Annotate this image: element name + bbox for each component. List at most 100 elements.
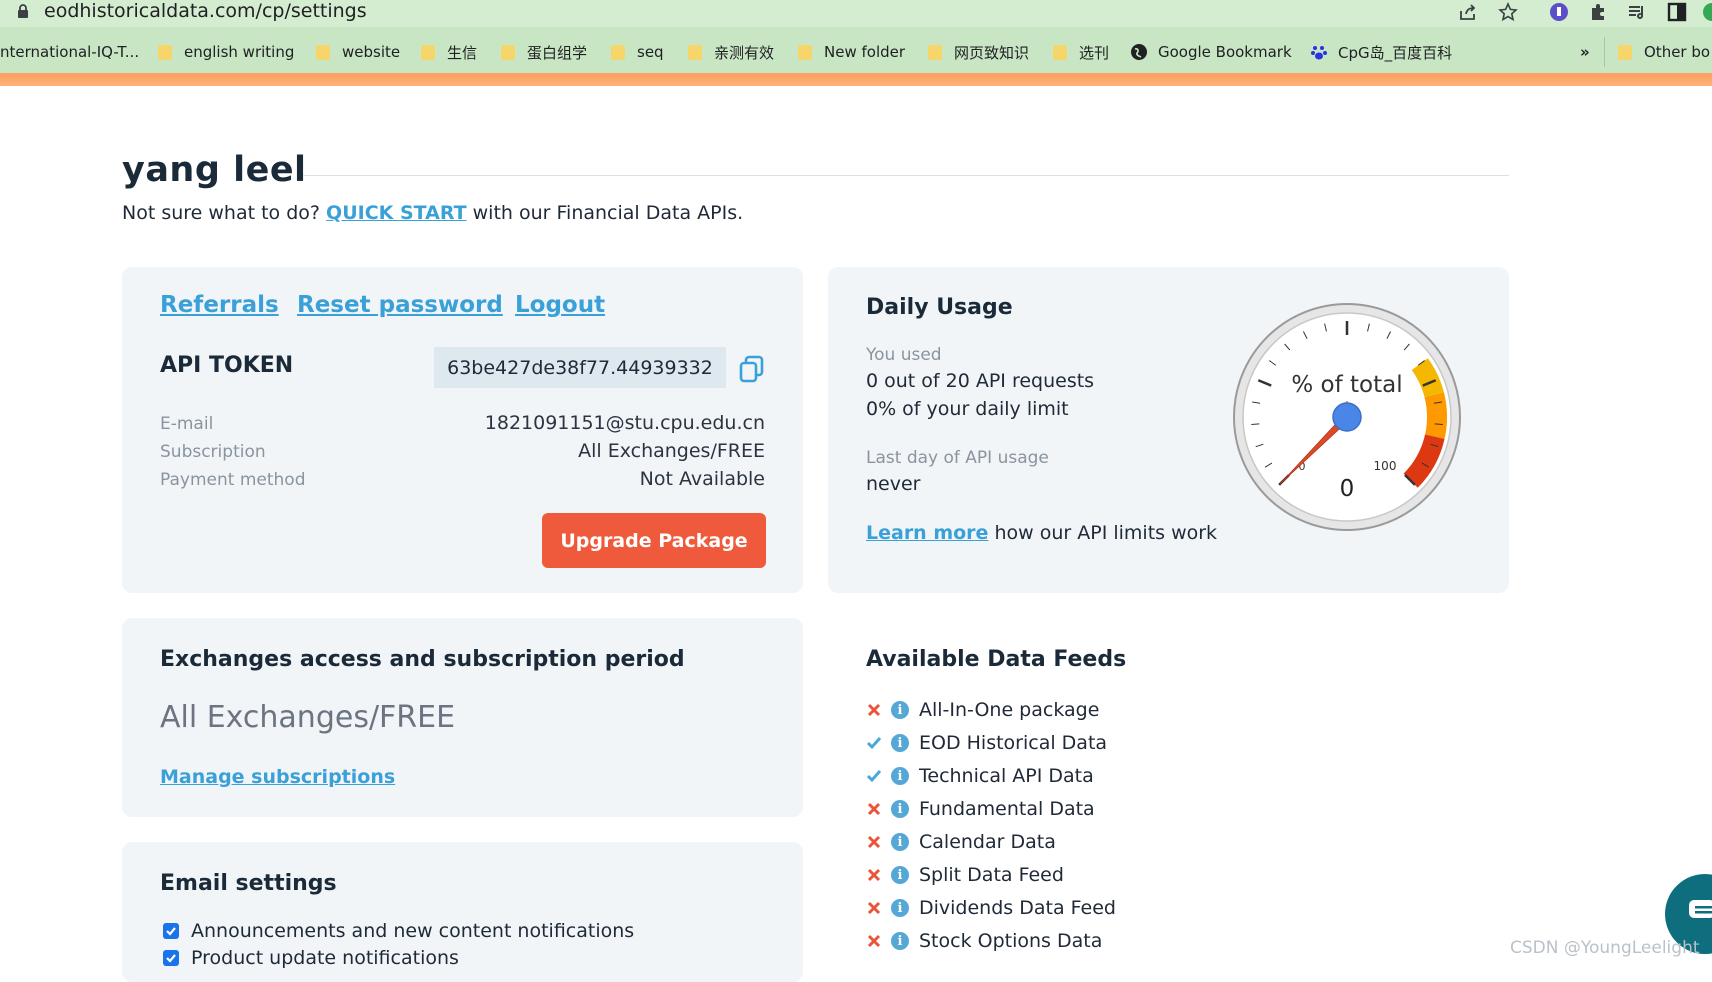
- email-value: 1821091151@stu.cpu.edu.cn: [484, 412, 765, 434]
- quick-start-suffix: with our Financial Data APIs.: [472, 202, 744, 224]
- last-usage-value: never: [866, 473, 921, 495]
- data-feed-item: i All-In-One package: [865, 697, 1099, 723]
- cross-icon: [867, 901, 881, 915]
- gauge-max-label: 100: [1374, 459, 1397, 473]
- exchanges-title: Exchanges access and subscription period: [160, 647, 685, 672]
- api-token-field[interactable]: 63be427de38f77.44939332: [434, 347, 726, 388]
- info-icon[interactable]: i: [891, 833, 909, 851]
- data-feed-label: Split Data Feed: [919, 864, 1064, 886]
- bookmark-item[interactable]: 蛋白组学: [501, 41, 587, 63]
- data-feed-label: Calendar Data: [919, 831, 1056, 853]
- bookmark-label: New folder: [824, 43, 906, 61]
- reading-list-icon[interactable]: [1627, 2, 1647, 22]
- subscription-value: All Exchanges/FREE: [578, 440, 765, 462]
- baidu-paw-icon: [1311, 46, 1327, 60]
- site-header-strip: [0, 73, 1712, 86]
- bookmark-item[interactable]: seq: [611, 41, 664, 63]
- product-updates-option[interactable]: Product update notifications: [163, 947, 459, 969]
- subscription-label: Subscription: [160, 442, 266, 462]
- bookmark-item[interactable]: english writing: [158, 41, 294, 63]
- folder-icon: [798, 44, 812, 60]
- gauge-needle-hub: [1332, 402, 1362, 432]
- upgrade-package-button[interactable]: Upgrade Package: [542, 513, 766, 568]
- copy-icon[interactable]: [739, 355, 765, 383]
- profile-avatar-icon[interactable]: [1702, 2, 1712, 22]
- last-usage-label: Last day of API usage: [866, 448, 1049, 468]
- info-icon[interactable]: i: [891, 899, 909, 917]
- reset-password-link[interactable]: Reset password: [297, 292, 503, 318]
- share-icon[interactable]: [1458, 2, 1478, 22]
- data-feed-item: i Dividends Data Feed: [865, 895, 1116, 921]
- other-bookmarks[interactable]: Other bo: [1618, 41, 1710, 63]
- bookmark-item[interactable]: 网页致知识: [928, 41, 1029, 63]
- payment-method-label: Payment method: [160, 470, 306, 490]
- heading-divider: [303, 175, 1509, 176]
- quick-start-link[interactable]: QUICK START: [326, 202, 467, 224]
- info-icon[interactable]: i: [891, 932, 909, 950]
- bookmarks-overflow-button[interactable]: »: [1580, 41, 1590, 63]
- bookmark-label: 亲测有效: [714, 43, 775, 62]
- folder-icon: [928, 44, 942, 60]
- daily-usage-title: Daily Usage: [866, 295, 1013, 320]
- info-icon[interactable]: i: [891, 734, 909, 752]
- chat-icon: [1689, 900, 1712, 918]
- url-text[interactable]: eodhistoricaldata.com/cp/settings: [44, 0, 367, 23]
- bookmark-label: Google Bookmark: [1158, 43, 1292, 61]
- data-feed-item: i EOD Historical Data: [865, 730, 1107, 756]
- manage-subscriptions-link[interactable]: Manage subscriptions: [160, 766, 395, 788]
- data-feed-item: i Stock Options Data: [865, 928, 1102, 954]
- cross-icon: [867, 835, 881, 849]
- cross-icon: [867, 703, 881, 717]
- requests-used-text: 0 out of 20 API requests: [866, 370, 1095, 392]
- gauge-band: [1424, 392, 1447, 439]
- info-icon[interactable]: i: [891, 767, 909, 785]
- bookmark-item[interactable]: New folder: [798, 41, 905, 63]
- logout-link[interactable]: Logout: [515, 292, 605, 318]
- bookmark-item[interactable]: website: [316, 41, 400, 63]
- data-feed-label: All-In-One package: [919, 699, 1100, 721]
- data-feed-label: Fundamental Data: [919, 798, 1095, 820]
- announcements-option[interactable]: Announcements and new content notificati…: [163, 920, 634, 942]
- referrals-link[interactable]: Referrals: [160, 292, 279, 318]
- profile-extension-icon[interactable]: [1549, 2, 1569, 22]
- bookmark-item[interactable]: 亲测有效: [688, 41, 774, 63]
- data-feed-item: i Fundamental Data: [865, 796, 1095, 822]
- learn-more-link[interactable]: Learn more: [866, 522, 988, 544]
- bookmark-label: 生信: [447, 43, 478, 62]
- learn-more-suffix: how our API limits work: [994, 522, 1218, 544]
- bookmark-item[interactable]: 生信: [421, 41, 477, 63]
- data-feed-label: Dividends Data Feed: [919, 897, 1116, 919]
- info-icon[interactable]: i: [891, 866, 909, 884]
- bookmark-label: seq: [637, 43, 664, 61]
- bookmark-item[interactable]: nternational-IQ-T...: [0, 41, 139, 63]
- overflow-label: »: [1580, 43, 1590, 61]
- product-updates-checkbox[interactable]: [163, 950, 179, 966]
- bookmark-label: CpG岛_百度百科: [1338, 43, 1453, 62]
- data-feed-item: i Technical API Data: [865, 763, 1094, 789]
- check-icon: [866, 737, 882, 750]
- api-token-value: 63be427de38f77.44939332: [447, 356, 713, 379]
- folder-icon: [611, 44, 625, 60]
- info-icon[interactable]: i: [891, 701, 909, 719]
- bookmark-item[interactable]: CpG岛_百度百科: [1310, 41, 1452, 63]
- folder-icon: [688, 44, 702, 60]
- announcements-checkbox[interactable]: [163, 923, 179, 939]
- daily-limit-percent-text: 0% of your daily limit: [866, 398, 1069, 420]
- info-icon[interactable]: i: [891, 800, 909, 818]
- bookmark-item[interactable]: 选刊: [1053, 41, 1109, 63]
- bookmark-item[interactable]: Google Bookmark: [1130, 41, 1292, 63]
- data-feed-label: Technical API Data: [919, 765, 1094, 787]
- cross-icon: [867, 802, 881, 816]
- side-panel-icon[interactable]: [1667, 2, 1687, 22]
- extensions-puzzle-icon[interactable]: [1588, 2, 1608, 22]
- folder-icon: [421, 44, 435, 60]
- data-feed-label: EOD Historical Data: [919, 732, 1108, 754]
- you-used-label: You used: [866, 345, 942, 365]
- gauge-label: % of total: [1291, 372, 1402, 398]
- quick-start-prefix: Not sure what to do?: [122, 202, 320, 224]
- lock-icon: [18, 4, 28, 18]
- star-icon[interactable]: [1498, 2, 1518, 22]
- bookmark-label: nternational-IQ-T...: [0, 43, 140, 61]
- bookmark-label: Other bo: [1644, 43, 1711, 61]
- gauge-tick: [1434, 423, 1443, 426]
